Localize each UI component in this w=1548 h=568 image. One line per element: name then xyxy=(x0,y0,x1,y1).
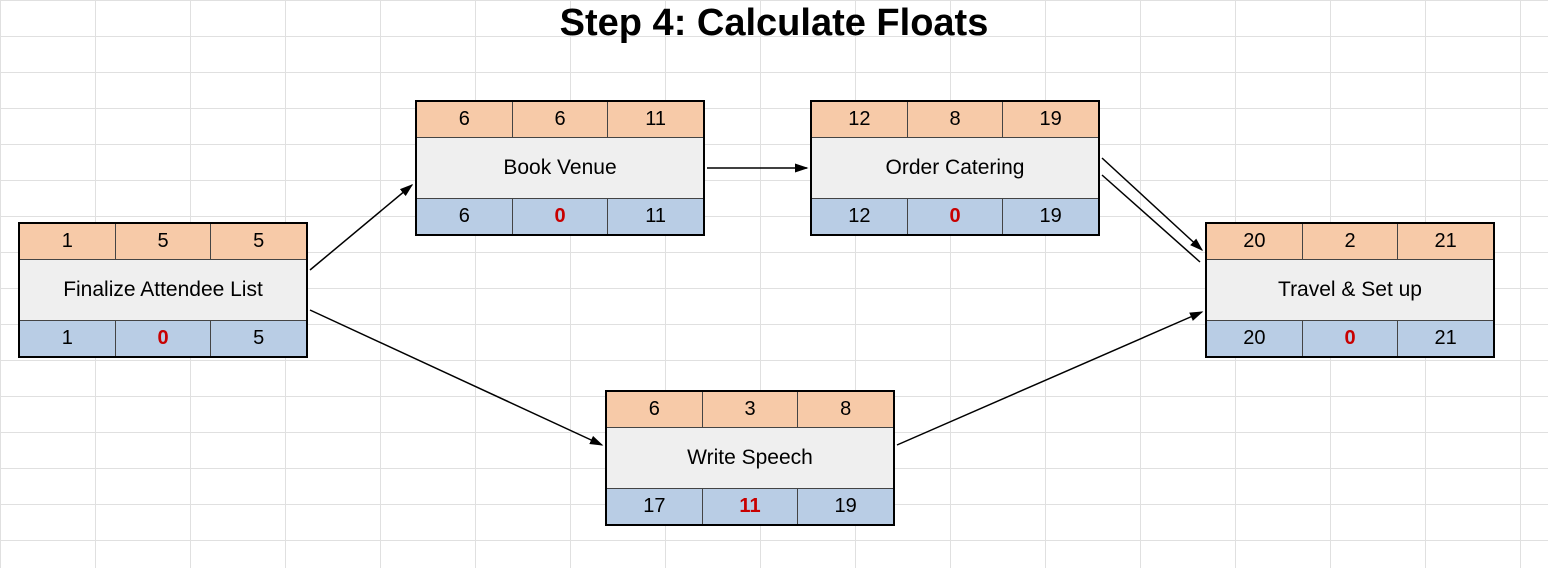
es-value: 20 xyxy=(1207,224,1302,259)
duration-value: 8 xyxy=(907,102,1003,137)
es-value: 12 xyxy=(812,102,907,137)
activity-name: Book Venue xyxy=(417,138,703,198)
activity-name: Write Speech xyxy=(607,428,893,488)
node-finalize-attendee-list: 1 5 5 Finalize Attendee List 1 0 5 xyxy=(18,222,308,358)
node-order-catering: 12 8 19 Order Catering 12 0 19 xyxy=(810,100,1100,236)
lf-value: 21 xyxy=(1397,321,1493,356)
es-value: 6 xyxy=(417,102,512,137)
lf-value: 11 xyxy=(607,199,703,234)
es-value: 1 xyxy=(20,224,115,259)
ef-value: 8 xyxy=(797,392,893,427)
lf-value: 19 xyxy=(1002,199,1098,234)
ls-value: 20 xyxy=(1207,321,1302,356)
ef-value: 19 xyxy=(1002,102,1098,137)
duration-value: 6 xyxy=(512,102,608,137)
float-value: 0 xyxy=(907,199,1003,234)
float-value: 0 xyxy=(1302,321,1398,356)
ef-value: 21 xyxy=(1397,224,1493,259)
duration-value: 3 xyxy=(702,392,798,427)
es-value: 6 xyxy=(607,392,702,427)
ef-value: 11 xyxy=(607,102,703,137)
diagram-title: Step 4: Calculate Floats xyxy=(0,2,1548,45)
node-book-venue: 6 6 11 Book Venue 6 0 11 xyxy=(415,100,705,236)
node-write-speech: 6 3 8 Write Speech 17 11 19 xyxy=(605,390,895,526)
lf-value: 19 xyxy=(797,489,893,524)
activity-name: Travel & Set up xyxy=(1207,260,1493,320)
ls-value: 1 xyxy=(20,321,115,356)
activity-name: Order Catering xyxy=(812,138,1098,198)
float-value: 0 xyxy=(115,321,211,356)
float-value: 11 xyxy=(702,489,798,524)
ls-value: 6 xyxy=(417,199,512,234)
float-value: 0 xyxy=(512,199,608,234)
ef-value: 5 xyxy=(210,224,306,259)
node-travel-set-up: 20 2 21 Travel & Set up 20 0 21 xyxy=(1205,222,1495,358)
ls-value: 17 xyxy=(607,489,702,524)
lf-value: 5 xyxy=(210,321,306,356)
duration-value: 5 xyxy=(115,224,211,259)
duration-value: 2 xyxy=(1302,224,1398,259)
ls-value: 12 xyxy=(812,199,907,234)
activity-name: Finalize Attendee List xyxy=(20,260,306,320)
